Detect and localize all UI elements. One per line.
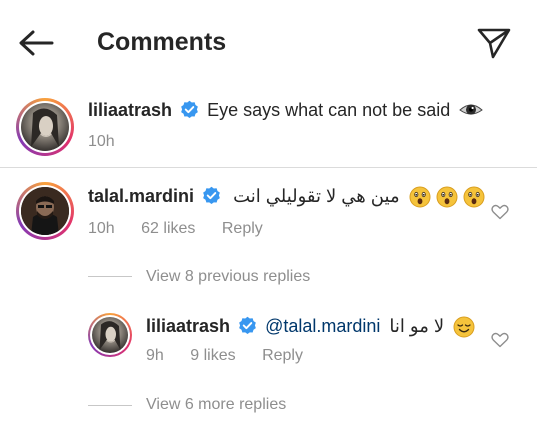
- reply-avatar[interactable]: [88, 313, 132, 357]
- comment-time: 10h: [88, 220, 115, 237]
- comment-username[interactable]: talal.mardini: [88, 186, 194, 206]
- comment-row: talal.mardini مين هي لا تقوليلي انت: [88, 186, 485, 208]
- astonished-face-icon: [409, 186, 431, 208]
- heart-icon[interactable]: [491, 332, 509, 348]
- verified-badge-icon: [181, 101, 198, 119]
- caption-username[interactable]: liliaatrash: [88, 100, 172, 120]
- replies-line: [88, 405, 132, 406]
- view-previous-replies-button[interactable]: View 8 previous replies: [146, 268, 310, 286]
- verified-badge-icon: [239, 317, 256, 335]
- page-title: Comments: [97, 28, 227, 56]
- reply-likes[interactable]: 9 likes: [190, 347, 235, 364]
- reply-text: لا مو انا: [389, 316, 445, 336]
- eye-icon: [459, 104, 484, 115]
- paper-plane-icon: [477, 28, 511, 59]
- comment-likes[interactable]: 62 likes: [141, 220, 195, 237]
- reply-mention-link[interactable]: @talal.mardini: [265, 316, 380, 336]
- view-more-replies-button[interactable]: View 6 more replies: [146, 396, 286, 414]
- comment-reply-button[interactable]: Reply: [222, 220, 263, 237]
- replies-line: [88, 276, 132, 277]
- story-ring: [16, 182, 74, 240]
- avatar: [21, 103, 69, 151]
- emoji-group: [409, 186, 485, 208]
- reply-meta: 9h 9 likes Reply: [146, 347, 303, 365]
- astonished-face-icon: [463, 186, 485, 208]
- heart-icon[interactable]: [491, 204, 509, 220]
- back-button[interactable]: [16, 28, 56, 58]
- comment-avatar[interactable]: [16, 182, 74, 240]
- comment-meta: 10h 62 likes Reply: [88, 220, 263, 238]
- caption-time: 10h: [88, 133, 115, 150]
- story-ring: [88, 313, 132, 357]
- caption-row: liliaatrash Eye says what can not be sai…: [88, 100, 484, 122]
- avatar: [92, 317, 128, 353]
- avatar: [21, 187, 69, 235]
- relieved-face-icon: [453, 316, 475, 338]
- comment-text: مين هي لا تقوليلي انت: [233, 186, 400, 206]
- arrow-left-icon: [19, 30, 54, 56]
- astonished-face-icon: [436, 186, 458, 208]
- reply-row: liliaatrash @talal.mardini لا مو انا: [146, 316, 475, 338]
- verified-badge-icon: [203, 187, 220, 205]
- caption-text: Eye says what can not be said: [207, 100, 451, 120]
- reply-reply-button[interactable]: Reply: [262, 347, 303, 364]
- reply-username[interactable]: liliaatrash: [146, 316, 230, 336]
- reply-time: 9h: [146, 347, 164, 364]
- divider: [0, 167, 537, 168]
- story-ring: [16, 98, 74, 156]
- caption-avatar[interactable]: [16, 98, 74, 156]
- share-button[interactable]: [476, 26, 512, 60]
